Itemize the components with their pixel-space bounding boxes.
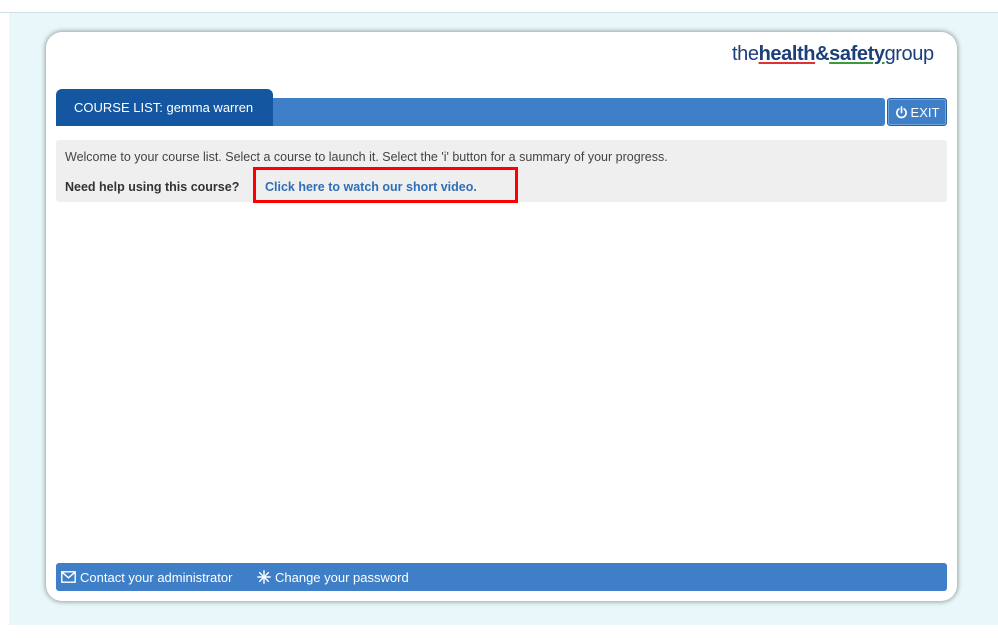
exit-label: EXIT: [910, 104, 940, 120]
brand-health: health: [758, 43, 816, 65]
contact-administrator-link[interactable]: Contact your administrator: [61, 563, 232, 591]
brand-group: group: [884, 43, 935, 65]
brand-logo: thehealth&safetygroup: [732, 42, 934, 66]
change-password-link[interactable]: Change your password: [257, 563, 409, 591]
exit-button[interactable]: EXIT: [887, 98, 947, 126]
brand-the: the: [732, 43, 759, 65]
envelope-icon: [61, 571, 76, 583]
course-list-tab[interactable]: COURSE LIST: gemma warren: [56, 89, 273, 126]
brand-safety: safety: [829, 43, 885, 65]
watch-video-link[interactable]: Click here to watch our short video.: [265, 180, 477, 194]
change-password-label: Change your password: [275, 569, 409, 585]
welcome-message: Welcome to your course list. Select a co…: [65, 150, 668, 164]
power-icon: [895, 105, 907, 118]
brand-ampersand: &: [815, 43, 830, 65]
help-label: Need help using this course?: [65, 180, 240, 194]
asterisk-icon: [257, 570, 271, 584]
contact-administrator-label: Contact your administrator: [80, 569, 233, 585]
